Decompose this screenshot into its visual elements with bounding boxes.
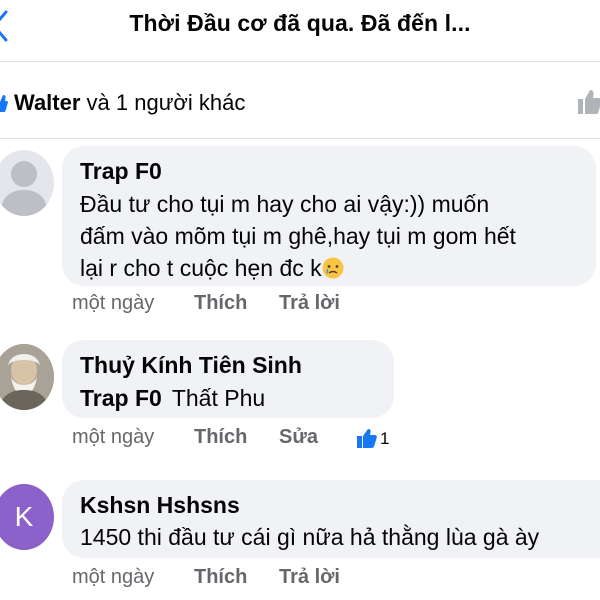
mention-tag[interactable]: Trap F0	[80, 385, 162, 411]
comment-text: Trap F0 Thất Phu	[80, 382, 265, 414]
like-button[interactable]: Thích	[194, 426, 247, 449]
comment-author[interactable]: Thuỷ Kính Tiên Sinh	[80, 352, 302, 379]
like-reaction-icon	[0, 95, 8, 112]
comment-body: Thất Phu	[171, 385, 266, 411]
post-header: Thời Đầu cơ đã qua. Đã đến l...	[0, 0, 600, 62]
comment-author[interactable]: Trap F0	[80, 158, 162, 185]
reaction-count: 1	[380, 429, 390, 448]
default-user-icon	[0, 161, 48, 216]
profile-photo-icon	[0, 344, 54, 410]
comment-text: 1450 thi đầu tư cái gì nữa hả thằng lùa …	[80, 524, 540, 550]
avatar[interactable]	[0, 344, 54, 410]
avatar[interactable]: K	[0, 484, 54, 550]
comment-line: lại r cho t cuộc hẹn đc k	[80, 255, 322, 281]
thumbs-up-outline-icon[interactable]	[578, 88, 600, 116]
liker-name[interactable]: Walter	[14, 90, 80, 115]
comment-author[interactable]: Kshsn Hshsns	[80, 492, 240, 519]
reply-button[interactable]: Trả lời	[279, 566, 340, 589]
like-button[interactable]: Thích	[194, 292, 247, 315]
crying-face-emoji-icon	[322, 257, 344, 279]
likes-summary-text[interactable]: Walter và 1 người khác	[14, 90, 245, 116]
comment-timestamp: một ngày	[72, 426, 155, 448]
comment-line: đấm vào mõm tụi m ghê,hay tụi m gom hết	[80, 223, 516, 249]
comment-timestamp: một ngày	[72, 566, 155, 588]
edit-button[interactable]: Sửa	[279, 426, 318, 449]
reply-button[interactable]: Trả lời	[279, 292, 340, 315]
likes-others: và 1 người khác	[80, 90, 246, 115]
comment-timestamp: một ngày	[72, 292, 155, 314]
avatar-initial: K	[14, 501, 34, 532]
reaction-thumbs-up-icon[interactable]	[356, 426, 396, 450]
like-button[interactable]: Thích	[194, 566, 247, 589]
comment-text: Đầu tư cho tụi m hay cho ai vậy:)) muốn …	[80, 188, 516, 284]
comment-line-last: lại r cho t cuộc hẹn đc k	[80, 252, 516, 284]
comment-line: Đầu tư cho tụi m hay cho ai vậy:)) muốn	[80, 191, 490, 217]
page-title: Thời Đầu cơ đã qua. Đã đến l...	[129, 10, 471, 36]
avatar[interactable]	[0, 150, 54, 216]
